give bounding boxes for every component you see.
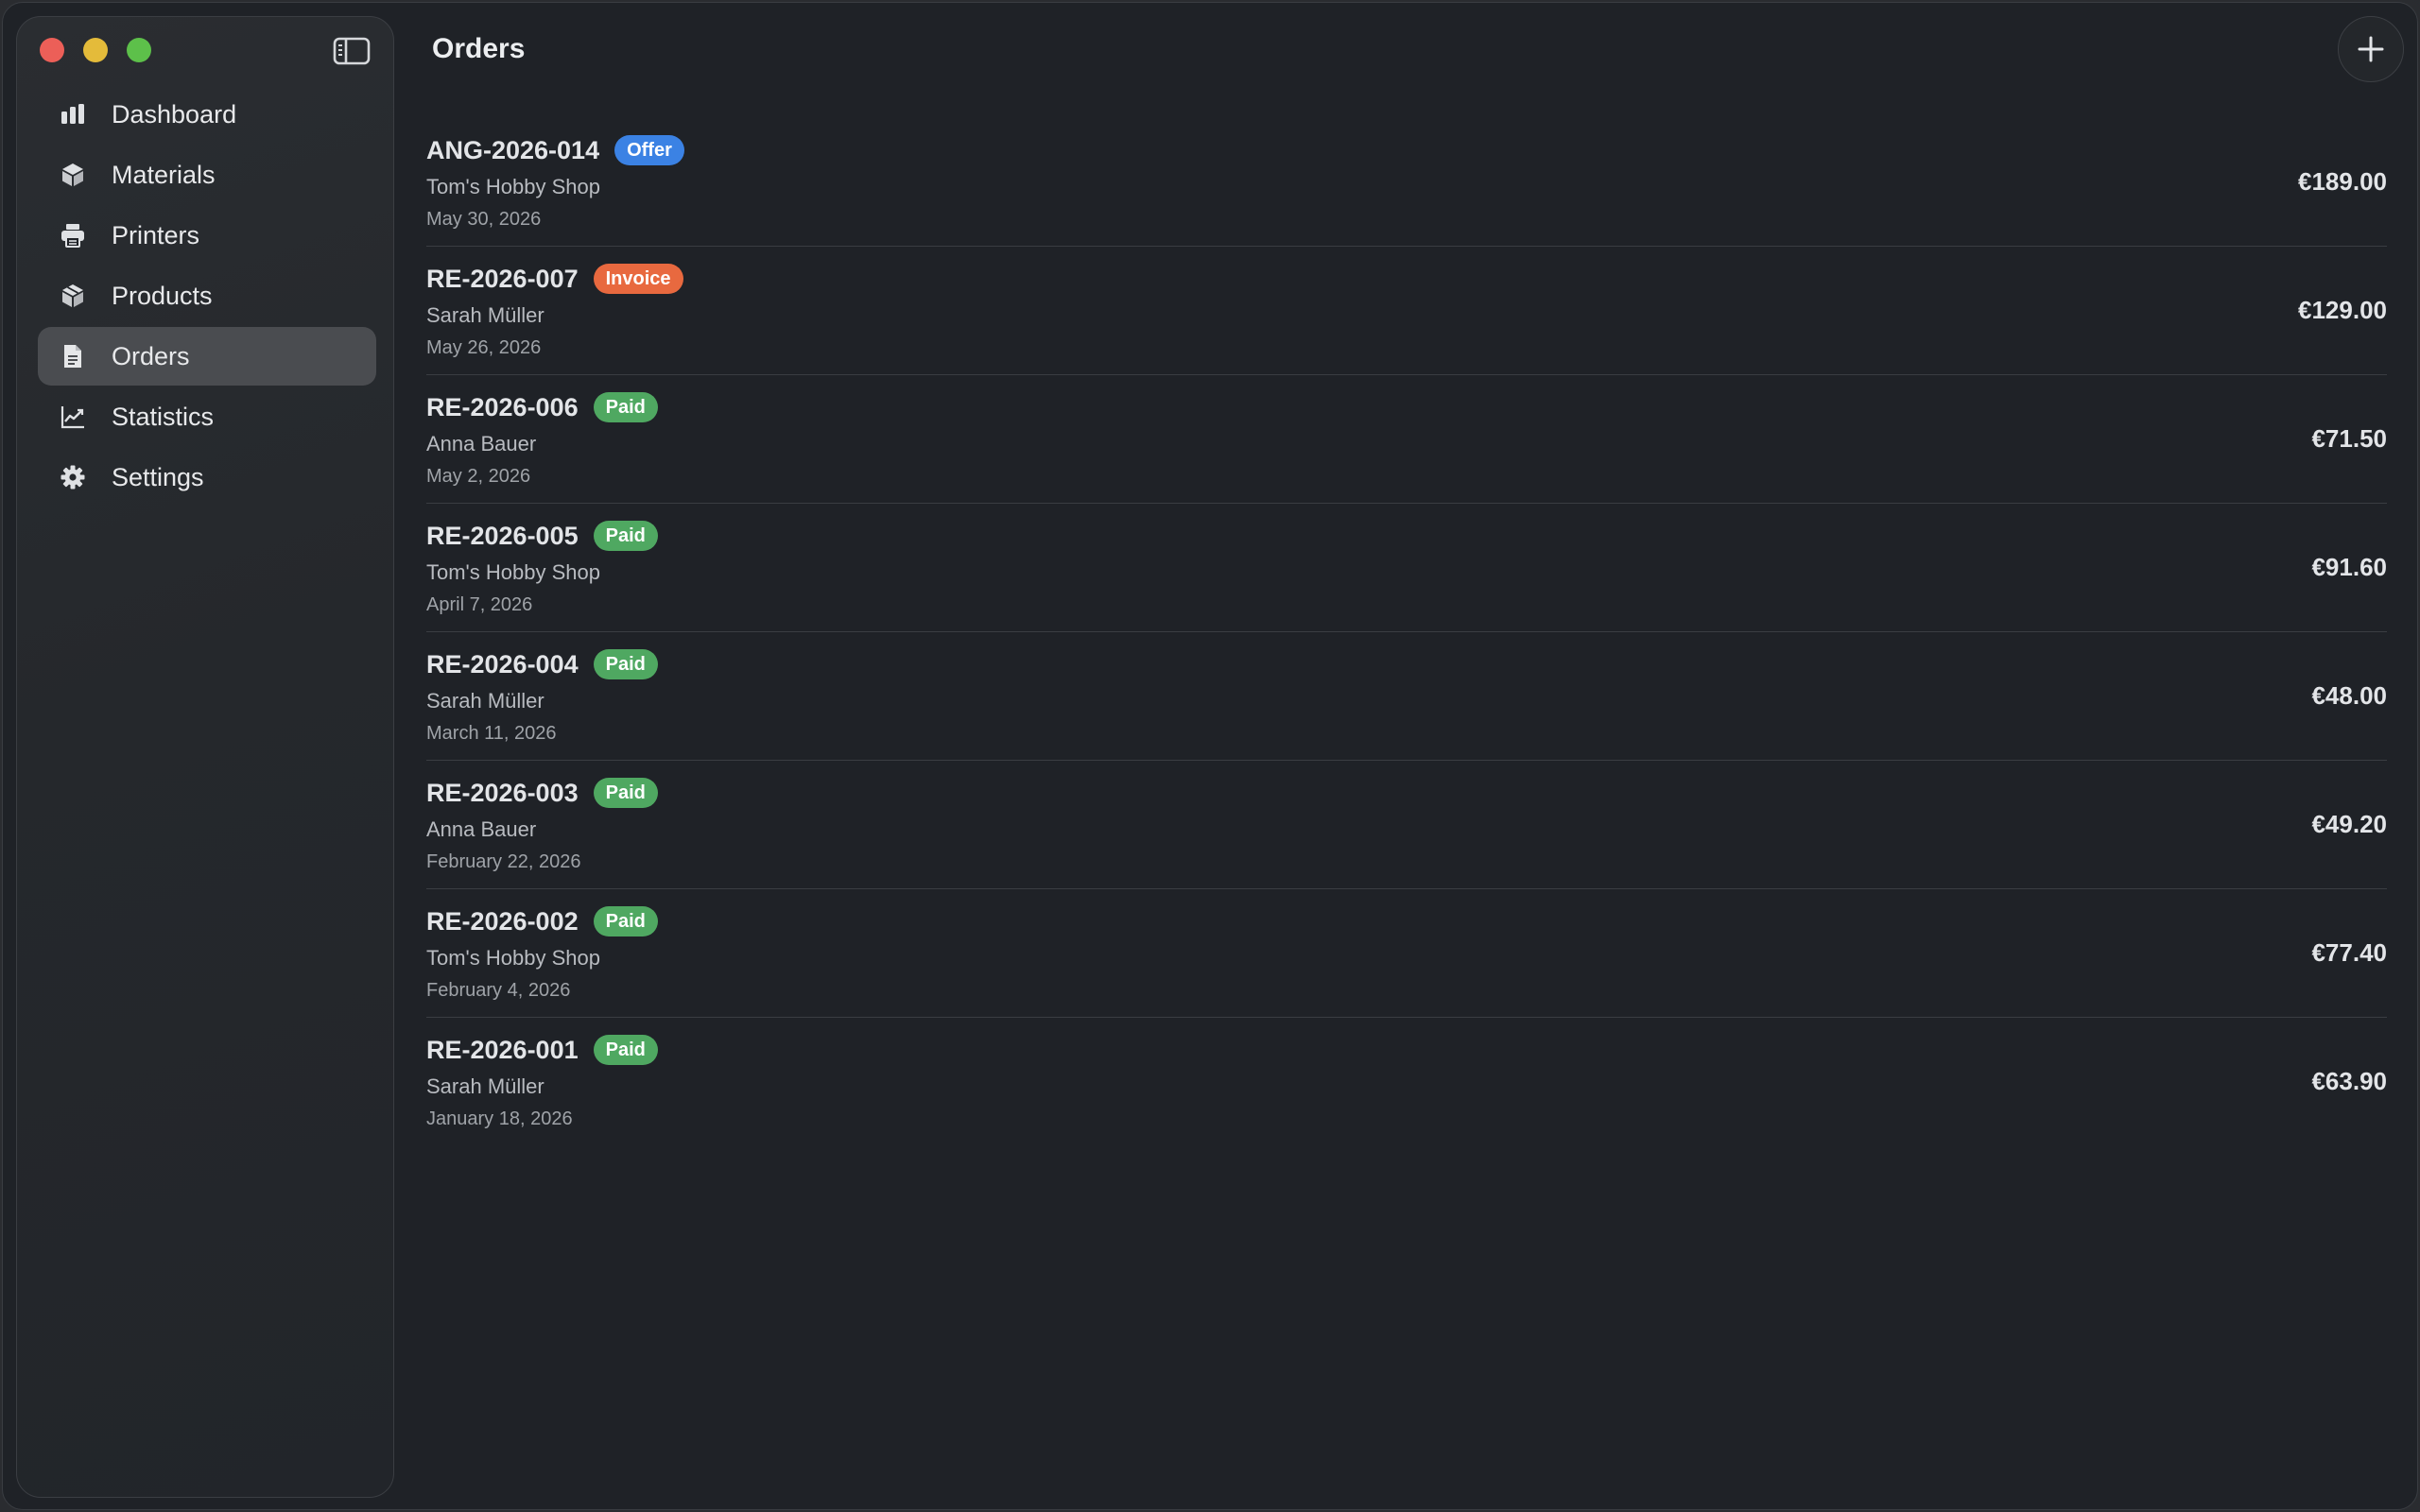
- order-date: February 4, 2026: [426, 980, 571, 1001]
- order-amount: €71.50: [2311, 424, 2387, 453]
- order-amount: €49.20: [2311, 810, 2387, 838]
- status-badge: Paid: [593, 392, 658, 422]
- order-header: RE-2026-004 Paid: [426, 649, 658, 679]
- order-row[interactable]: ANG-2026-014 Offer Tom's Hobby Shop May …: [426, 118, 2387, 247]
- order-number: RE-2026-002: [426, 906, 579, 936]
- sidebar-item-dashboard[interactable]: Dashboard: [38, 85, 376, 144]
- order-customer: Tom's Hobby Shop: [426, 175, 600, 198]
- order-number: RE-2026-001: [426, 1035, 579, 1064]
- status-badge: Paid: [593, 778, 658, 808]
- sidebar-item-label: Settings: [112, 462, 204, 491]
- sidebar-item-label: Materials: [112, 160, 216, 189]
- sidebar-item-label: Products: [112, 281, 213, 310]
- cube-icon: [59, 161, 87, 189]
- order-row[interactable]: RE-2026-006 Paid Anna Bauer May 2, 2026 …: [426, 375, 2387, 504]
- sidebar-item-label: Orders: [112, 341, 190, 370]
- box-icon: [59, 282, 87, 310]
- order-number: RE-2026-003: [426, 778, 579, 807]
- sidebar-item-materials[interactable]: Materials: [38, 146, 376, 204]
- orders-list: ANG-2026-014 Offer Tom's Hobby Shop May …: [426, 118, 2387, 1146]
- status-badge: Offer: [614, 135, 684, 165]
- order-customer: Anna Bauer: [426, 432, 537, 455]
- order-customer: Sarah Müller: [426, 689, 544, 713]
- order-number: RE-2026-004: [426, 649, 579, 679]
- order-header: RE-2026-003 Paid: [426, 778, 658, 808]
- status-badge: Invoice: [593, 264, 683, 294]
- page-title: Orders: [432, 33, 526, 64]
- printer-icon: [59, 221, 87, 249]
- add-order-button[interactable]: [2338, 16, 2404, 82]
- order-date: February 22, 2026: [426, 851, 581, 872]
- order-row[interactable]: RE-2026-002 Paid Tom's Hobby Shop Februa…: [426, 889, 2387, 1018]
- window-minimize-button[interactable]: [83, 38, 108, 62]
- main-content: Orders ANG-2026-014 Offer Tom's Hobby Sh…: [411, 3, 2417, 1509]
- chart-bar-icon: [59, 100, 87, 129]
- status-badge: Paid: [593, 521, 658, 551]
- sidebar-toggle-button[interactable]: [333, 36, 371, 66]
- order-customer: Anna Bauer: [426, 817, 537, 841]
- order-header: RE-2026-002 Paid: [426, 906, 658, 936]
- order-date: May 30, 2026: [426, 209, 542, 230]
- order-header: RE-2026-005 Paid: [426, 521, 658, 551]
- sidebar-item-products[interactable]: Products: [38, 266, 376, 325]
- sidebar-item-settings[interactable]: Settings: [38, 448, 376, 507]
- order-amount: €129.00: [2298, 296, 2387, 324]
- order-customer: Tom's Hobby Shop: [426, 946, 600, 970]
- document-icon: [59, 342, 87, 370]
- window-close-button[interactable]: [40, 38, 64, 62]
- sidebar-toggle-icon: [333, 37, 371, 65]
- sidebar-item-label: Statistics: [112, 402, 215, 431]
- order-header: RE-2026-006 Paid: [426, 392, 658, 422]
- order-customer: Tom's Hobby Shop: [426, 560, 600, 584]
- order-date: April 7, 2026: [426, 594, 533, 615]
- order-header: ANG-2026-014 Offer: [426, 135, 684, 165]
- app-window: Dashboard Materials Printers Products Or…: [2, 2, 2418, 1510]
- order-amount: €77.40: [2311, 938, 2387, 967]
- order-header: RE-2026-001 Paid: [426, 1035, 658, 1065]
- order-amount: €91.60: [2311, 553, 2387, 581]
- order-row[interactable]: RE-2026-004 Paid Sarah Müller March 11, …: [426, 632, 2387, 761]
- order-row[interactable]: RE-2026-001 Paid Sarah Müller January 18…: [426, 1018, 2387, 1146]
- order-number: ANG-2026-014: [426, 135, 600, 164]
- order-amount: €189.00: [2298, 167, 2387, 196]
- order-row[interactable]: RE-2026-007 Invoice Sarah Müller May 26,…: [426, 247, 2387, 375]
- order-date: March 11, 2026: [426, 723, 557, 744]
- status-badge: Paid: [593, 1035, 658, 1065]
- status-badge: Paid: [593, 906, 658, 936]
- sidebar-nav: Dashboard Materials Printers Products Or…: [38, 85, 376, 508]
- order-customer: Sarah Müller: [426, 303, 544, 327]
- order-amount: €48.00: [2311, 681, 2387, 710]
- order-number: RE-2026-006: [426, 392, 579, 421]
- status-badge: Paid: [593, 649, 658, 679]
- sidebar-item-orders[interactable]: Orders: [38, 327, 376, 386]
- plus-icon: [2358, 36, 2384, 62]
- order-row[interactable]: RE-2026-003 Paid Anna Bauer February 22,…: [426, 761, 2387, 889]
- order-date: May 26, 2026: [426, 337, 542, 358]
- order-number: RE-2026-005: [426, 521, 579, 550]
- order-date: January 18, 2026: [426, 1108, 573, 1129]
- order-amount: €63.90: [2311, 1067, 2387, 1095]
- sidebar-item-label: Printers: [112, 220, 200, 249]
- line-chart-icon: [59, 403, 87, 431]
- order-number: RE-2026-007: [426, 264, 579, 293]
- gear-icon: [59, 463, 87, 491]
- window-maximize-button[interactable]: [127, 38, 151, 62]
- order-row[interactable]: RE-2026-005 Paid Tom's Hobby Shop April …: [426, 504, 2387, 632]
- sidebar-item-label: Dashboard: [112, 99, 237, 129]
- sidebar-item-statistics[interactable]: Statistics: [38, 387, 376, 446]
- sidebar: Dashboard Materials Printers Products Or…: [16, 16, 394, 1498]
- sidebar-item-printers[interactable]: Printers: [38, 206, 376, 265]
- order-customer: Sarah Müller: [426, 1074, 544, 1098]
- order-header: RE-2026-007 Invoice: [426, 264, 683, 294]
- order-date: May 2, 2026: [426, 466, 531, 487]
